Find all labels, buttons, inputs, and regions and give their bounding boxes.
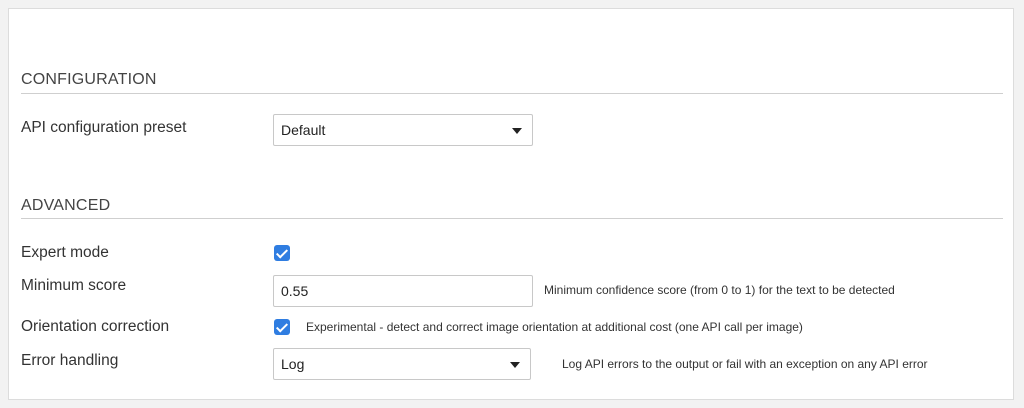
configuration-divider [21, 93, 1003, 94]
minimum-score-input[interactable] [273, 275, 533, 307]
advanced-section-title: ADVANCED [21, 197, 111, 214]
error-handling-help: Log API errors to the output or fail wit… [562, 357, 928, 371]
error-handling-label: Error handling [21, 352, 119, 369]
minimum-score-help: Minimum confidence score (from 0 to 1) f… [544, 283, 895, 297]
configuration-section-title: CONFIGURATION [21, 71, 157, 88]
chevron-down-icon [512, 128, 522, 134]
error-handling-select[interactable]: Log [273, 348, 531, 380]
chevron-down-icon [510, 362, 520, 368]
checkmark-icon [275, 319, 289, 333]
api-preset-value: Default [281, 122, 326, 138]
orientation-correction-label: Orientation correction [21, 318, 170, 335]
expert-mode-checkbox[interactable] [274, 245, 290, 261]
settings-panel: CONFIGURATION API configuration preset D… [8, 8, 1014, 400]
orientation-correction-checkbox[interactable] [274, 319, 290, 335]
expert-mode-label: Expert mode [21, 244, 109, 261]
error-handling-value: Log [281, 356, 305, 372]
checkmark-icon [275, 245, 289, 259]
api-preset-select[interactable]: Default [273, 114, 533, 146]
advanced-divider [21, 218, 1003, 219]
orientation-correction-help: Experimental - detect and correct image … [306, 320, 803, 334]
api-preset-label: API configuration preset [21, 119, 187, 136]
minimum-score-label: Minimum score [21, 277, 127, 294]
